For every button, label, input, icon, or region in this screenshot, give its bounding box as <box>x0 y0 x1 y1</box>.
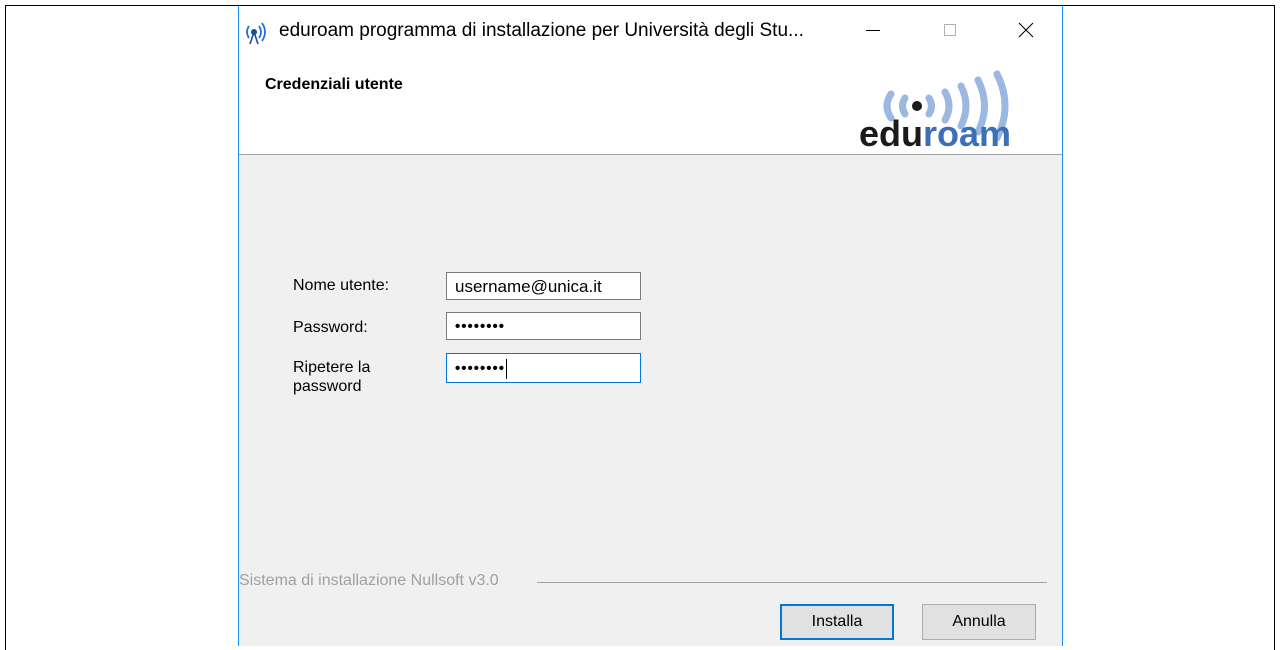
maximize-icon <box>944 24 956 36</box>
minimize-icon <box>866 30 880 31</box>
footer-divider <box>537 582 1047 583</box>
close-icon <box>1018 22 1034 38</box>
page-title: Credenziali utente <box>265 76 403 93</box>
minimize-button[interactable] <box>850 6 896 54</box>
repeat-password-label: Ripetere la password <box>293 358 370 396</box>
installer-window: eduroam programma di installazione per U… <box>238 6 1063 646</box>
repeat-password-label-line2: password <box>293 378 362 395</box>
repeat-password-label-line1: Ripetere la <box>293 359 371 376</box>
title-bar[interactable]: eduroam programma di installazione per U… <box>239 6 1062 54</box>
svg-text:eduroam: eduroam <box>859 113 1011 150</box>
install-button[interactable]: Installa <box>780 604 894 640</box>
page-header: Credenziali utente eduroam <box>239 54 1062 155</box>
username-field[interactable]: username@unica.it <box>446 272 641 300</box>
password-label: Password: <box>293 319 368 336</box>
username-label: Nome utente: <box>293 277 390 294</box>
close-button[interactable] <box>1003 6 1049 54</box>
cancel-button[interactable]: Annulla <box>922 604 1036 640</box>
repeat-password-value: •••••••• <box>455 359 506 377</box>
password-value: •••••••• <box>455 318 506 335</box>
window-title: eduroam programma di installazione per U… <box>279 20 804 41</box>
password-field[interactable]: •••••••• <box>446 312 641 340</box>
maximize-button[interactable] <box>927 6 973 54</box>
installer-branding: Sistema di installazione Nullsoft v3.0 <box>239 572 499 589</box>
username-value: username@unica.it <box>455 277 602 296</box>
eduroam-antenna-icon <box>245 20 271 46</box>
eduroam-logo: eduroam <box>857 64 1057 154</box>
repeat-password-field[interactable]: •••••••• <box>446 353 641 383</box>
text-caret <box>506 359 508 379</box>
